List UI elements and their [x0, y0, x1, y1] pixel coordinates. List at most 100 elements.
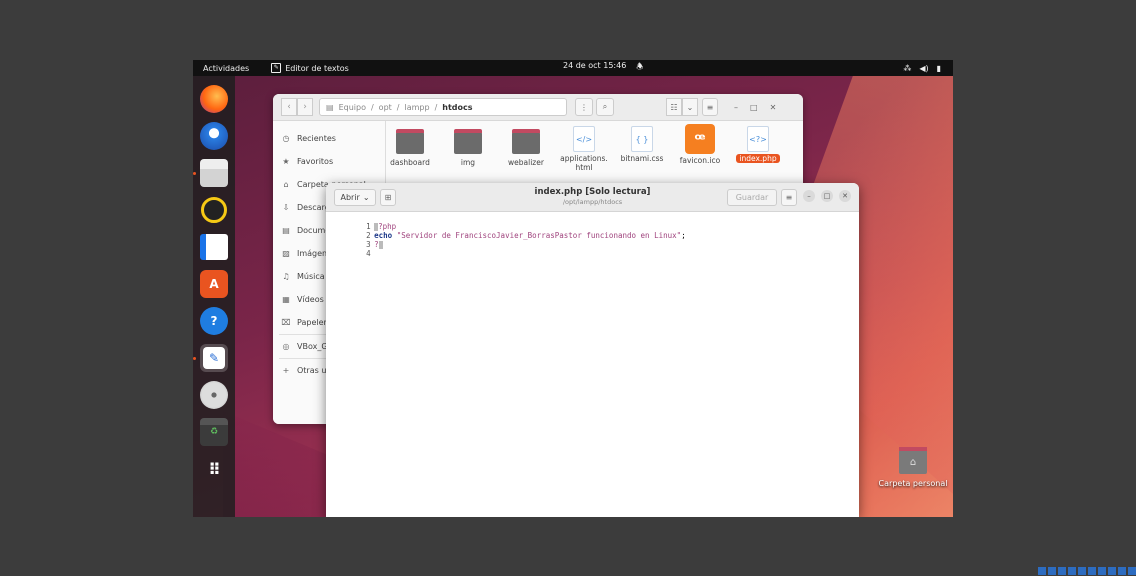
firefox-icon[interactable] [200, 85, 228, 113]
window-controls: – □ ✕ [803, 190, 851, 202]
plus-icon: + [282, 366, 290, 375]
path-separator: / [370, 102, 374, 112]
dock: A ? ✎ ♻ ⠿ [193, 76, 235, 517]
file-manager-header: ‹ › ▤ Equipo / opt / lampp / htdocs ⋮ ⌕ … [273, 94, 803, 121]
app-menu[interactable]: ✎ Editor de textos [271, 63, 349, 73]
help-icon[interactable]: ? [200, 307, 228, 335]
film-icon: ▦ [282, 295, 290, 304]
forward-button[interactable]: › [297, 98, 313, 116]
sidebar-item-recent[interactable]: ◷ Recientes [273, 127, 385, 150]
path-separator: / [434, 102, 438, 112]
clock-icon: ◷ [282, 134, 290, 143]
file-name: img [460, 158, 476, 167]
file-name: webalizer [508, 158, 544, 167]
rhythmbox-icon[interactable] [200, 196, 228, 224]
host-tray-icon[interactable] [1088, 567, 1096, 575]
folder-icon [396, 129, 424, 154]
back-button[interactable]: ‹ [281, 98, 297, 116]
desktop-home-folder[interactable]: ⌂ Carpeta personal [873, 447, 953, 488]
code-line-3: 3? [330, 231, 383, 249]
file-item-img[interactable]: img [444, 129, 492, 172]
document-icon: ▤ [282, 226, 290, 235]
activities-button[interactable]: Actividades [203, 64, 249, 73]
top-bar: Actividades ✎ Editor de textos 24 de oct… [193, 60, 953, 76]
view-buttons: ☷ ⌄ ≡ [666, 98, 718, 116]
file-name: dashboard [390, 158, 430, 167]
path-segment-2[interactable]: lampp [404, 103, 429, 112]
code-line-4: 4 [330, 240, 374, 258]
save-button[interactable]: Guardar [727, 189, 777, 206]
file-grid: dashboard img webalizer </> applications… [386, 124, 782, 172]
search-icon[interactable]: ⌕ [596, 98, 614, 116]
minimize-icon[interactable]: – [734, 103, 738, 112]
semicolon: ; [681, 231, 686, 240]
more-options-icon[interactable]: ⋮ [575, 98, 593, 116]
sidebar-item-favorites[interactable]: ★ Favoritos [273, 150, 385, 173]
host-tray-icon[interactable] [1118, 567, 1126, 575]
list-view-icon[interactable]: ☷ [666, 98, 682, 116]
path-segment-1[interactable]: opt [379, 103, 392, 112]
php-file-icon: <?> [747, 126, 769, 152]
maximize-icon[interactable]: □ [750, 103, 758, 112]
star-icon: ★ [282, 157, 290, 166]
file-item-webalizer[interactable]: webalizer [502, 129, 550, 172]
home-icon: ⌂ [283, 180, 289, 189]
music-icon: ♫ [282, 272, 290, 281]
file-item-favicon[interactable]: ꟹ favicon.ico [676, 124, 724, 172]
network-icon: ⁂ [903, 63, 912, 73]
file-item-dashboard[interactable]: dashboard [386, 129, 434, 172]
path-bar[interactable]: ▤ Equipo / opt / lampp / htdocs [319, 98, 567, 116]
rhythmbox-disc-icon [201, 197, 227, 223]
notification-bell-icon: 🕭 [636, 62, 644, 71]
document-title: index.php [Solo lectura] [534, 187, 651, 197]
host-tray-icon[interactable] [1038, 567, 1046, 575]
clock[interactable]: 24 de oct 15:46 🕭 [563, 61, 643, 75]
host-tray-icon[interactable] [1108, 567, 1116, 575]
battery-icon: ▮ [936, 63, 941, 73]
text-editor-dock-item[interactable]: ✎ [193, 344, 228, 372]
host-tray-icon[interactable] [1068, 567, 1076, 575]
trash-icon[interactable]: ♻ [200, 418, 228, 446]
host-tray-icon[interactable] [1098, 567, 1106, 575]
minimize-icon[interactable]: – [803, 190, 815, 202]
code-line-1: 1 ?php [330, 213, 396, 231]
host-tray-icon[interactable] [1058, 567, 1066, 575]
file-item-bitnami[interactable]: { } bitnami.css [618, 126, 666, 172]
home-folder-icon: ⌂ [899, 447, 927, 474]
image-icon: ▨ [282, 249, 290, 258]
ubuntu-software-icon[interactable]: A [200, 270, 228, 298]
text-editor-window: Abrir ⌄ ⊞ index.php [Solo lectura] /opt/… [326, 183, 859, 517]
document-path: /opt/lampp/htdocs [562, 198, 623, 206]
system-tray[interactable]: ⁂ ◀) ▮ [903, 64, 941, 73]
thunderbird-icon[interactable] [200, 122, 228, 150]
writer-icon[interactable] [200, 233, 228, 261]
path-segment-0[interactable]: Equipo [339, 103, 366, 112]
file-name: bitnami.css [620, 154, 664, 163]
files-icon[interactable] [193, 159, 228, 187]
code-line-2: 2 echo "Servidor de FranciscoJavier_Borra… [330, 222, 686, 240]
folder-icon [512, 129, 540, 154]
trash-bin-icon: ⌧ [281, 318, 291, 327]
clock-label: 24 de oct 15:46 [563, 61, 627, 70]
file-item-applications[interactable]: </> applications.html [560, 126, 608, 172]
hamburger-menu-icon[interactable]: ≡ [702, 98, 718, 116]
volume-icon: ◀) [919, 63, 929, 73]
file-name: favicon.ico [679, 156, 721, 165]
host-tray-icon[interactable] [1078, 567, 1086, 575]
maximize-icon[interactable]: □ [821, 190, 833, 202]
file-item-index-php[interactable]: <?> index.php [734, 126, 782, 172]
chevron-down-icon[interactable]: ⌄ [682, 98, 698, 116]
close-icon[interactable]: ✕ [839, 190, 851, 202]
editor-body[interactable]: 1 ?php 2 echo "Servidor de FranciscoJavier… [326, 212, 859, 517]
close-icon[interactable]: ✕ [770, 103, 777, 112]
show-applications-icon[interactable]: ⠿ [200, 455, 228, 483]
folder-icon [454, 129, 482, 154]
host-tray-icon[interactable] [1128, 567, 1136, 575]
file-name: applications.html [560, 154, 608, 172]
disc-icon[interactable] [200, 381, 228, 409]
path-segment-3[interactable]: htdocs [442, 103, 472, 112]
bracket-highlight [378, 241, 383, 249]
sidebar-item-label: Vídeos [297, 295, 324, 304]
hamburger-menu-icon[interactable]: ≡ [781, 189, 797, 206]
host-tray-icon[interactable] [1048, 567, 1056, 575]
